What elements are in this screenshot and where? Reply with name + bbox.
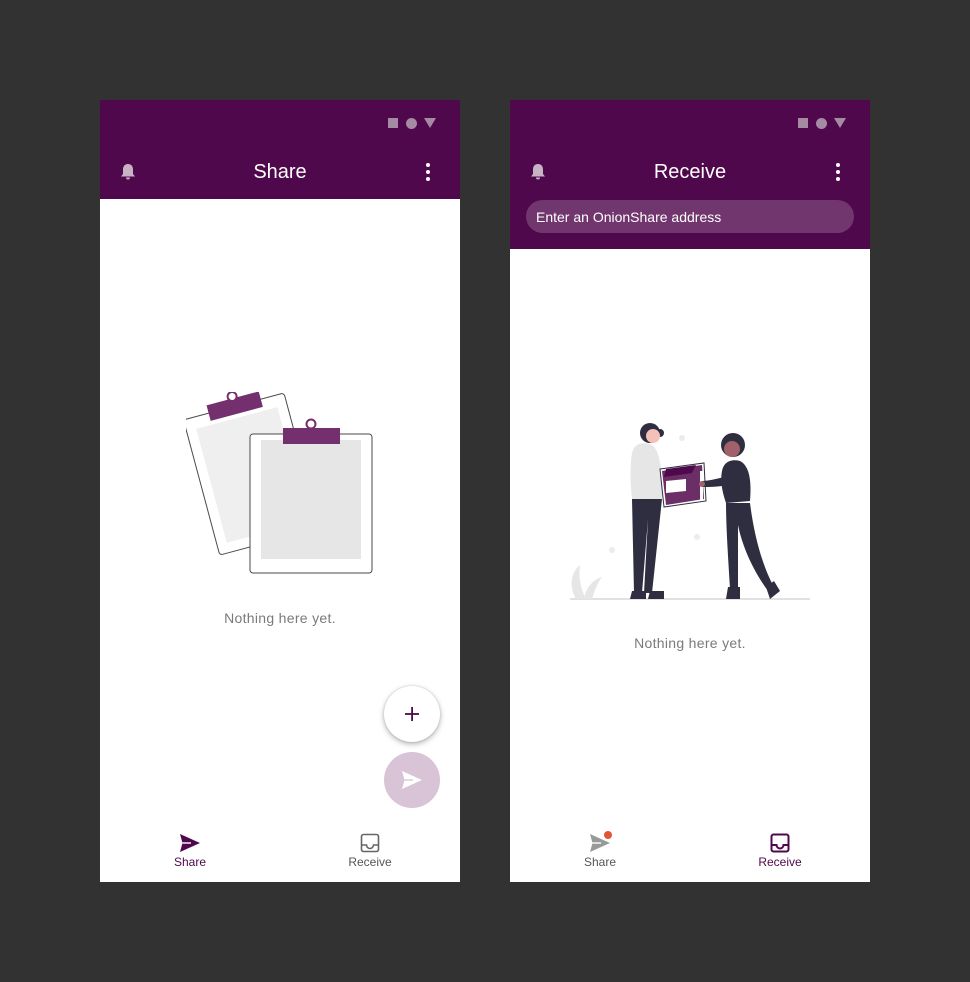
square-status-icon [388, 118, 398, 128]
start-sharing-button[interactable] [384, 752, 440, 808]
send-icon [180, 834, 200, 852]
empty-state-text: Nothing here yet. [634, 635, 746, 651]
share-screen: Share Nothing here yet. Share Receive [100, 100, 460, 882]
nav-item-receive[interactable]: Receive [690, 826, 870, 882]
bottom-navigation: Share Receive [510, 826, 870, 882]
status-bar-icons [388, 117, 436, 129]
more-vert-icon[interactable] [826, 162, 850, 182]
more-vert-icon[interactable] [416, 162, 440, 182]
notification-badge [604, 831, 612, 839]
status-bar-icons [798, 117, 846, 129]
triangle-status-icon [424, 118, 436, 128]
inbox-icon [770, 833, 790, 853]
nav-item-share[interactable]: Share [100, 826, 280, 882]
bottom-navigation: Share Receive [100, 826, 460, 882]
nav-label-share: Share [583, 855, 617, 869]
square-status-icon [798, 118, 808, 128]
top-app-bar: Share [100, 100, 460, 199]
circle-status-icon [816, 117, 827, 129]
page-title: Share [253, 161, 307, 183]
empty-state-text: Nothing here yet. [224, 610, 336, 626]
nav-label-receive: Receive [758, 855, 802, 869]
onionshare-address-input[interactable] [526, 200, 854, 233]
nav-item-receive[interactable]: Receive [280, 826, 460, 882]
receive-screen: Receive Enter an OnionShare address Noth… [510, 100, 870, 882]
nav-label-share: Share [173, 855, 207, 869]
add-files-button[interactable] [384, 686, 440, 742]
top-app-bar: Receive [510, 100, 870, 249]
page-title: Receive [653, 161, 727, 183]
inbox-icon [360, 833, 380, 853]
triangle-status-icon [834, 118, 846, 128]
handoff-illustration [570, 423, 810, 600]
nav-label-receive: Receive [348, 855, 392, 869]
plus-icon [405, 707, 419, 721]
send-icon [402, 771, 422, 789]
empty-clipboards-illustration [186, 392, 373, 574]
circle-status-icon [406, 117, 417, 129]
nav-item-share[interactable]: Share [510, 826, 690, 882]
